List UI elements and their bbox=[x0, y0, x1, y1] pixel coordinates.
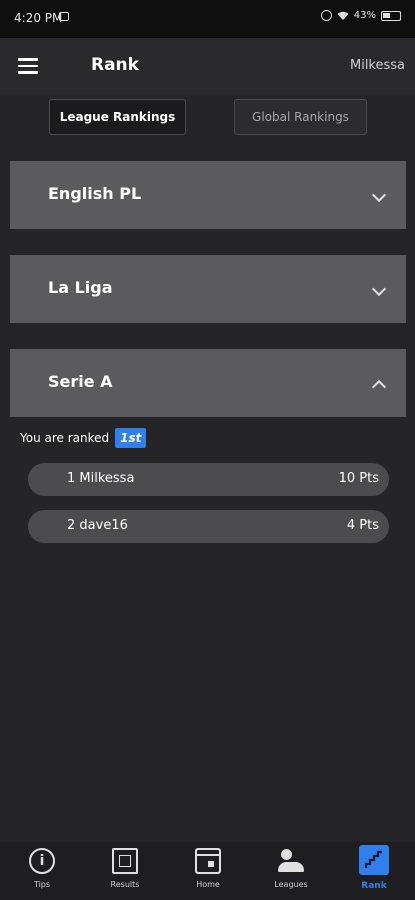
chevron-down-icon[interactable] bbox=[371, 281, 387, 297]
results-icon bbox=[112, 848, 138, 874]
nav-label: Results bbox=[110, 880, 140, 889]
menu-icon[interactable] bbox=[18, 58, 38, 74]
league-name: English PL bbox=[48, 184, 142, 203]
ranking-points: 4 Pts bbox=[346, 518, 379, 533]
user-rank-line: You are ranked 1st bbox=[20, 428, 147, 448]
battery-icon bbox=[381, 10, 401, 21]
chevron-up-icon[interactable] bbox=[371, 379, 387, 395]
nav-home[interactable]: Home bbox=[178, 848, 238, 889]
league-card-serie-a[interactable]: Serie A bbox=[10, 349, 406, 417]
username-label: Milkessa bbox=[349, 58, 405, 73]
league-name: Serie A bbox=[48, 372, 113, 391]
nav-label: Leagues bbox=[274, 880, 308, 889]
ranking-points: 10 Pts bbox=[338, 471, 379, 486]
nav-results[interactable]: Results bbox=[95, 848, 155, 889]
league-rankings-tab[interactable]: League Rankings bbox=[49, 99, 186, 135]
nav-label: Tips bbox=[33, 880, 51, 889]
rank-text: You are ranked bbox=[20, 431, 110, 445]
calendar-icon bbox=[195, 848, 221, 874]
info-icon: i bbox=[29, 848, 55, 874]
app-bar: Rank Milkessa bbox=[0, 38, 415, 94]
ranking-player: 1 Milkessa bbox=[67, 471, 135, 486]
page-title: Rank bbox=[91, 55, 139, 75]
chevron-down-icon[interactable] bbox=[371, 187, 387, 203]
league-card-la-liga[interactable]: La Liga bbox=[10, 255, 406, 323]
stairs-icon bbox=[359, 845, 389, 875]
message-icon bbox=[59, 12, 69, 21]
alarm-icon bbox=[320, 10, 332, 21]
status-time: 4:20 PM bbox=[14, 11, 63, 25]
status-bar: 4:20 PM 43% bbox=[0, 0, 415, 38]
nav-label: Rank bbox=[361, 881, 387, 891]
nav-label: Home bbox=[196, 880, 220, 889]
nav-leagues[interactable]: Leagues bbox=[261, 848, 321, 889]
rank-badge: 1st bbox=[115, 428, 147, 448]
ranking-player: 2 dave16 bbox=[67, 518, 128, 533]
nav-tips[interactable]: i Tips bbox=[12, 848, 72, 889]
ranking-row[interactable]: 2 dave16 4 Pts bbox=[28, 510, 389, 543]
league-card-english-pl[interactable]: English PL bbox=[10, 161, 406, 229]
status-icons: 43% bbox=[320, 10, 401, 21]
league-name: La Liga bbox=[48, 278, 113, 297]
nav-rank[interactable]: Rank bbox=[344, 845, 404, 891]
battery-percent: 43% bbox=[353, 10, 376, 21]
bottom-nav: i Tips Results Home Leagues Rank bbox=[0, 842, 415, 900]
global-rankings-tab[interactable]: Global Rankings bbox=[234, 99, 367, 135]
wifi-icon bbox=[337, 11, 349, 20]
people-icon bbox=[278, 848, 304, 874]
ranking-row[interactable]: 1 Milkessa 10 Pts bbox=[28, 463, 389, 496]
